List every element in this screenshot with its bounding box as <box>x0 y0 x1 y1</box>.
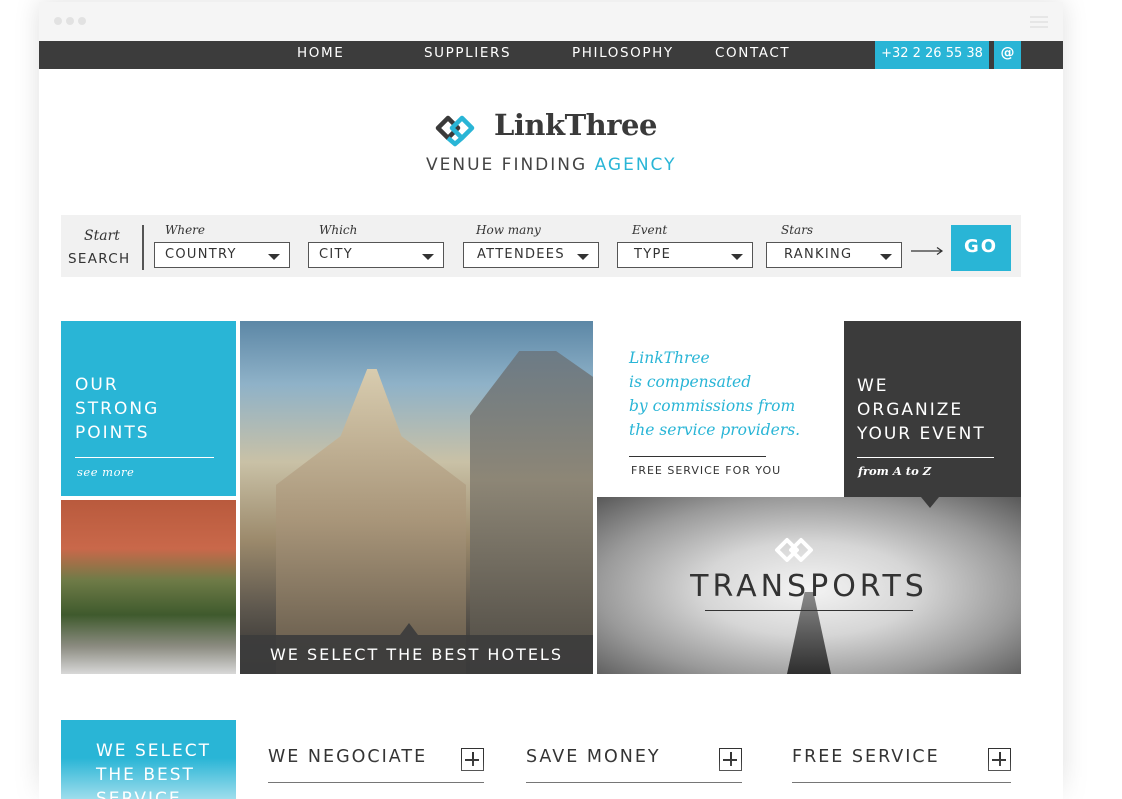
go-button[interactable]: GO <box>951 225 1011 271</box>
compensation-tile: LinkThree is compensated by commissions … <box>597 321 844 497</box>
event-label: Event <box>632 223 668 237</box>
chevron-down-icon <box>577 254 589 260</box>
linkthree-logo-icon <box>775 538 813 562</box>
phone-number[interactable]: +32 2 26 55 38 9 <box>875 41 989 86</box>
organize-notch <box>921 497 939 508</box>
divider <box>142 225 144 270</box>
window-dot[interactable] <box>78 17 86 25</box>
nav-suppliers[interactable]: SUPPLIERS <box>424 41 511 69</box>
ranking-select[interactable]: RANKING <box>766 242 902 268</box>
strong-points-tile[interactable]: OUR STRONG POINTS see more <box>61 321 236 496</box>
venue-courtyard-image <box>61 500 236 674</box>
top-navigation: HOME SUPPLIERS PHILOSOPHY CONTACT +32 2 … <box>39 41 1063 86</box>
feature-label: WE NEGOCIATE <box>268 747 428 767</box>
search-start-label: Start <box>84 228 120 244</box>
how-many-label: How many <box>476 223 541 237</box>
compensation-text: LinkThree is compensated by commissions … <box>629 349 801 439</box>
caption-notch <box>400 623 418 635</box>
window-titlebar <box>39 2 1063 41</box>
chevron-down-icon <box>731 254 743 260</box>
hamburger-icon[interactable] <box>1030 16 1048 28</box>
window-dot[interactable] <box>54 17 62 25</box>
hotels-caption: WE SELECT THE BEST HOTELS <box>269 645 563 664</box>
divider <box>705 610 913 611</box>
browser-window: HOME SUPPLIERS PHILOSOPHY CONTACT +32 2 … <box>39 2 1063 799</box>
select-service-tile[interactable]: WE SELECT THE BEST SERVICE <box>61 720 236 799</box>
feature-save-money[interactable]: SAVE MONEY <box>526 747 742 783</box>
hotel-building-image <box>276 369 466 674</box>
chevron-down-icon <box>422 254 434 260</box>
stars-label: Stars <box>781 223 814 237</box>
see-more-link[interactable]: see more <box>77 465 134 479</box>
organize-event-tile[interactable]: WE ORGANIZE YOUR EVENT from A to Z <box>844 321 1021 497</box>
brand-name[interactable]: LinkThree <box>494 108 657 142</box>
event-type-value: TYPE <box>634 247 672 262</box>
nav-contact[interactable]: CONTACT <box>715 41 790 69</box>
feature-label: SAVE MONEY <box>526 747 661 767</box>
divider <box>857 457 994 458</box>
strong-points-title: OUR STRONG POINTS <box>75 375 160 443</box>
city-value: CITY <box>319 247 353 262</box>
transports-title: TRANSPORTS <box>690 569 928 604</box>
attendees-select[interactable]: ATTENDEES <box>463 242 599 268</box>
select-service-title: WE SELECT THE BEST SERVICE <box>96 741 211 799</box>
plus-icon[interactable] <box>719 748 742 771</box>
organize-event-subtitle: from A to Z <box>858 464 932 478</box>
plus-icon[interactable] <box>988 748 1011 771</box>
divider <box>792 782 1011 783</box>
hotel-building-image <box>470 351 593 674</box>
chevron-down-icon <box>268 254 280 260</box>
tagline-main: VENUE FINDING <box>426 155 595 175</box>
tagline-accent: AGENCY <box>594 155 677 175</box>
tagline: VENUE FINDING AGENCY <box>426 155 677 175</box>
feature-label: FREE SERVICE <box>792 747 940 767</box>
nav-philosophy[interactable]: PHILOSOPHY <box>572 41 674 69</box>
transports-tile[interactable]: TRANSPORTS <box>597 497 1021 674</box>
city-select[interactable]: CITY <box>308 242 444 268</box>
divider <box>268 782 484 783</box>
where-label: Where <box>165 223 206 237</box>
venue-search-bar: Start SEARCH Where COUNTRY Which CITY Ho… <box>61 215 1021 277</box>
nav-home[interactable]: HOME <box>297 41 344 69</box>
email-icon[interactable]: @ <box>994 41 1021 69</box>
divider <box>629 456 766 457</box>
event-type-select[interactable]: TYPE <box>617 242 753 268</box>
escalator-image <box>787 592 831 674</box>
country-value: COUNTRY <box>165 247 237 262</box>
divider <box>526 782 742 783</box>
right-arrow-icon <box>911 247 944 255</box>
which-label: Which <box>319 223 358 237</box>
ranking-value: RANKING <box>784 247 853 262</box>
country-select[interactable]: COUNTRY <box>154 242 290 268</box>
feature-negociate[interactable]: WE NEGOCIATE <box>268 747 484 783</box>
free-service-note: FREE SERVICE FOR YOU <box>631 464 782 477</box>
plus-icon[interactable] <box>461 748 484 771</box>
chevron-down-icon <box>880 254 892 260</box>
organize-event-title: WE ORGANIZE YOUR EVENT <box>857 376 986 444</box>
hotels-tile[interactable]: WE SELECT THE BEST HOTELS <box>240 321 593 674</box>
search-label: SEARCH <box>68 251 131 267</box>
divider <box>75 457 214 458</box>
attendees-value: ATTENDEES <box>477 247 565 262</box>
window-dot[interactable] <box>66 17 74 25</box>
feature-free-service[interactable]: FREE SERVICE <box>792 747 1011 783</box>
